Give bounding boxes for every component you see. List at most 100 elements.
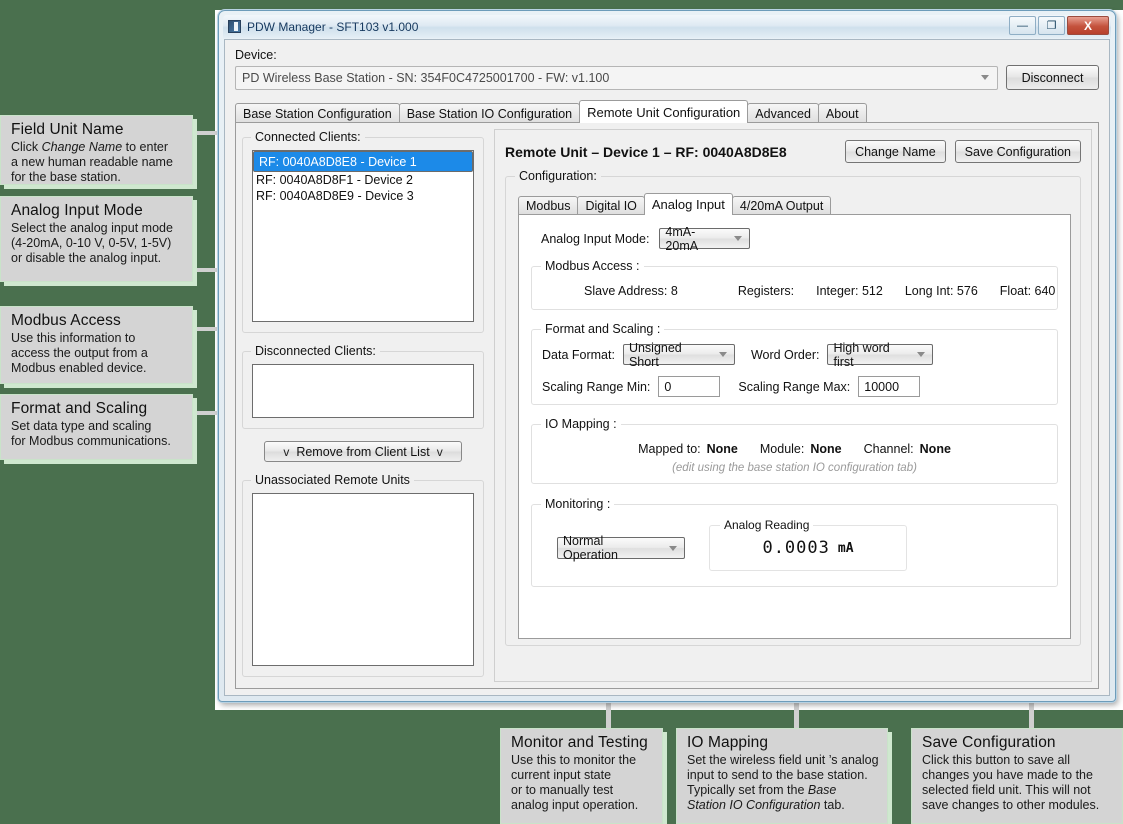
callout-line-4: analog input operation. bbox=[511, 797, 639, 812]
registers-label: Registers: bbox=[737, 284, 795, 298]
analog-input-mode-select[interactable]: 4mA-20mA bbox=[659, 225, 751, 253]
callout-title: Monitor and Testing bbox=[511, 734, 648, 751]
chevron-down-icon bbox=[718, 352, 727, 357]
disconnected-clients-group: Disconnected Clients: bbox=[242, 344, 484, 429]
mapped-to-label: Mapped to: bbox=[638, 442, 701, 456]
callout-line-2: for Modbus communications. bbox=[11, 434, 171, 449]
remove-from-client-list-button[interactable]: v Remove from Client List v bbox=[264, 441, 462, 462]
tab-modbus[interactable]: Modbus bbox=[518, 196, 579, 215]
channel-label: Channel: bbox=[863, 442, 914, 456]
minimize-button[interactable]: — bbox=[1009, 16, 1036, 35]
callout-line-1b: to enter bbox=[122, 140, 169, 155]
analog-reading-title: Analog Reading bbox=[720, 518, 814, 532]
callout-line-3: for the base station. bbox=[11, 169, 121, 184]
data-format-label: Data Format: bbox=[542, 347, 615, 362]
callout-line-1a: Click bbox=[11, 140, 42, 155]
register-integer-value: Integer: 512 bbox=[816, 284, 883, 298]
callout-title: Field Unit Name bbox=[11, 121, 124, 138]
application-window: PDW Manager - SFT103 v1.000 — ❐ X Device… bbox=[218, 10, 1116, 702]
monitoring-row: Normal Operation Analog Reading 0.0003 m… bbox=[542, 518, 1047, 571]
callout-line-2: (4-20mA, 0-10 V, 0-5V, 1-5V) bbox=[11, 236, 172, 251]
analog-reading-value: 0.0003 bbox=[762, 538, 830, 558]
remote-unit-configuration-panel: Connected Clients: RF: 0040A8D8E8 - Devi… bbox=[235, 122, 1099, 689]
callout-line-3-emphasis: Base bbox=[807, 782, 837, 797]
scaling-range-row: Scaling Range Min: 0 Scaling Range Max: … bbox=[542, 376, 1047, 397]
list-item[interactable]: RF: 0040A8D8E8 - Device 1 bbox=[253, 151, 473, 172]
tab-base-station-configuration[interactable]: Base Station Configuration bbox=[235, 103, 400, 123]
callout-line-1: Select the analog input mode bbox=[11, 221, 173, 236]
monitoring-mode-value: Normal Operation bbox=[563, 534, 618, 562]
analog-input-mode-row: Analog Input Mode: 4mA-20mA bbox=[541, 225, 1058, 253]
callout-line-3: selected field unit. This will not bbox=[922, 782, 1091, 797]
maximize-button[interactable]: ❐ bbox=[1038, 16, 1065, 35]
tab-420ma-output[interactable]: 4/20mA Output bbox=[731, 196, 832, 215]
callout-line-2: changes you have made to the bbox=[922, 768, 1093, 783]
scaling-range-min-label: Scaling Range Min: bbox=[542, 379, 651, 394]
device-label: Device: bbox=[235, 48, 277, 62]
callout-line-4: save changes to other modules. bbox=[922, 797, 1100, 812]
remote-unit-title: Remote Unit – Device 1 – RF: 0040A8D8E8 bbox=[505, 143, 787, 160]
callout-line-3a: Typically set from the bbox=[687, 782, 808, 797]
callout-title: Format and Scaling bbox=[11, 400, 148, 417]
callout-line-2: input to send to the base station. bbox=[687, 768, 868, 783]
change-name-button[interactable]: Change Name bbox=[845, 140, 946, 163]
chevron-down-icon bbox=[734, 236, 743, 241]
callout-body: Use this information to access the outpu… bbox=[11, 331, 184, 375]
analog-reading-unit: mA bbox=[837, 540, 854, 556]
callout-title: Save Configuration bbox=[922, 734, 1056, 751]
unassociated-remote-units-group: Unassociated Remote Units bbox=[242, 473, 484, 677]
chevron-down-left-icon: v bbox=[283, 444, 290, 459]
chevron-down-icon bbox=[669, 545, 677, 551]
module-label: Module: bbox=[759, 442, 805, 456]
window-client-area: Device: PD Wireless Base Station - SN: 3… bbox=[224, 39, 1110, 696]
register-long-int-value: Long Int: 576 bbox=[904, 284, 978, 298]
word-order-select[interactable]: High word first bbox=[827, 341, 934, 369]
close-button[interactable]: X bbox=[1067, 16, 1109, 35]
list-item[interactable]: RF: 0040A8D8E9 - Device 3 bbox=[253, 188, 473, 204]
disconnect-button[interactable]: Disconnect bbox=[1006, 65, 1099, 90]
chevron-down-icon bbox=[981, 75, 989, 80]
disconnected-clients-list[interactable] bbox=[252, 364, 474, 418]
modbus-access-title: Modbus Access : bbox=[541, 259, 644, 273]
callout-line-3: Modbus enabled device. bbox=[11, 360, 147, 375]
scaling-range-max-input[interactable]: 10000 bbox=[858, 376, 921, 397]
tab-about[interactable]: About bbox=[817, 103, 867, 123]
tab-digital-io[interactable]: Digital IO bbox=[577, 196, 645, 215]
callout-body: Use this to monitor the current input st… bbox=[511, 753, 654, 812]
word-order-value: High word first bbox=[833, 340, 890, 369]
tab-remote-unit-configuration[interactable]: Remote Unit Configuration bbox=[579, 100, 749, 123]
format-and-scaling-group: Format and Scaling : Data Format: Unsign… bbox=[531, 322, 1058, 405]
callout-field-unit-name: Field Unit Name Click Change Name to ent… bbox=[0, 115, 193, 185]
callout-line-1: Set data type and scaling bbox=[11, 419, 152, 434]
list-item[interactable]: RF: 0040A8D8F1 - Device 2 bbox=[253, 172, 473, 188]
module-value: None bbox=[810, 442, 842, 456]
data-format-value: Unsigned Short bbox=[628, 340, 682, 369]
scaling-range-min-input[interactable]: 0 bbox=[658, 376, 721, 397]
chevron-down-right-icon: v bbox=[436, 444, 443, 459]
io-mapping-row: Mapped to: None Module: None Channel: No… bbox=[532, 442, 1057, 456]
analog-input-panel: Analog Input Mode: 4mA-20mA Modbus Acces… bbox=[518, 214, 1071, 639]
modbus-access-group: Modbus Access : Slave Address: 8 Registe… bbox=[531, 259, 1058, 310]
clients-column: Connected Clients: RF: 0040A8D8E8 - Devi… bbox=[242, 129, 484, 682]
tab-analog-input[interactable]: Analog Input bbox=[643, 193, 733, 215]
monitoring-mode-select[interactable]: Normal Operation bbox=[557, 534, 685, 562]
disconnected-clients-title: Disconnected Clients: bbox=[251, 344, 380, 358]
callout-line-4-emphasis: Station IO Configuration bbox=[687, 797, 821, 812]
connected-clients-list[interactable]: RF: 0040A8D8E8 - Device 1 RF: 0040A8D8F1… bbox=[252, 150, 474, 322]
configuration-tab-strip: Modbus Digital IO Analog Input 4/20mA Ou… bbox=[518, 193, 1071, 215]
callout-modbus-access: Modbus Access Use this information to ac… bbox=[0, 306, 193, 384]
register-float-value: Float: 640 bbox=[999, 284, 1056, 298]
tab-base-station-io-configuration[interactable]: Base Station IO Configuration bbox=[398, 103, 581, 123]
callout-line-1: Click this button to save all bbox=[922, 753, 1070, 768]
connected-clients-group: Connected Clients: RF: 0040A8D8E8 - Devi… bbox=[242, 130, 484, 333]
data-format-select[interactable]: Unsigned Short bbox=[622, 341, 735, 369]
callout-line-2: a new human readable name bbox=[11, 155, 173, 170]
callout-body: Click this button to save all changes yo… bbox=[922, 753, 1114, 812]
unassociated-remote-units-list[interactable] bbox=[252, 493, 474, 666]
save-configuration-button[interactable]: Save Configuration bbox=[954, 140, 1081, 163]
tab-advanced[interactable]: Advanced bbox=[747, 103, 819, 123]
configuration-title: Configuration: bbox=[515, 169, 601, 183]
monitoring-group: Monitoring : Normal Operation Analog Rea… bbox=[531, 497, 1058, 587]
callout-body: Click Change Name to enter a new human r… bbox=[11, 140, 184, 184]
device-select[interactable]: PD Wireless Base Station - SN: 354F0C472… bbox=[235, 65, 998, 90]
